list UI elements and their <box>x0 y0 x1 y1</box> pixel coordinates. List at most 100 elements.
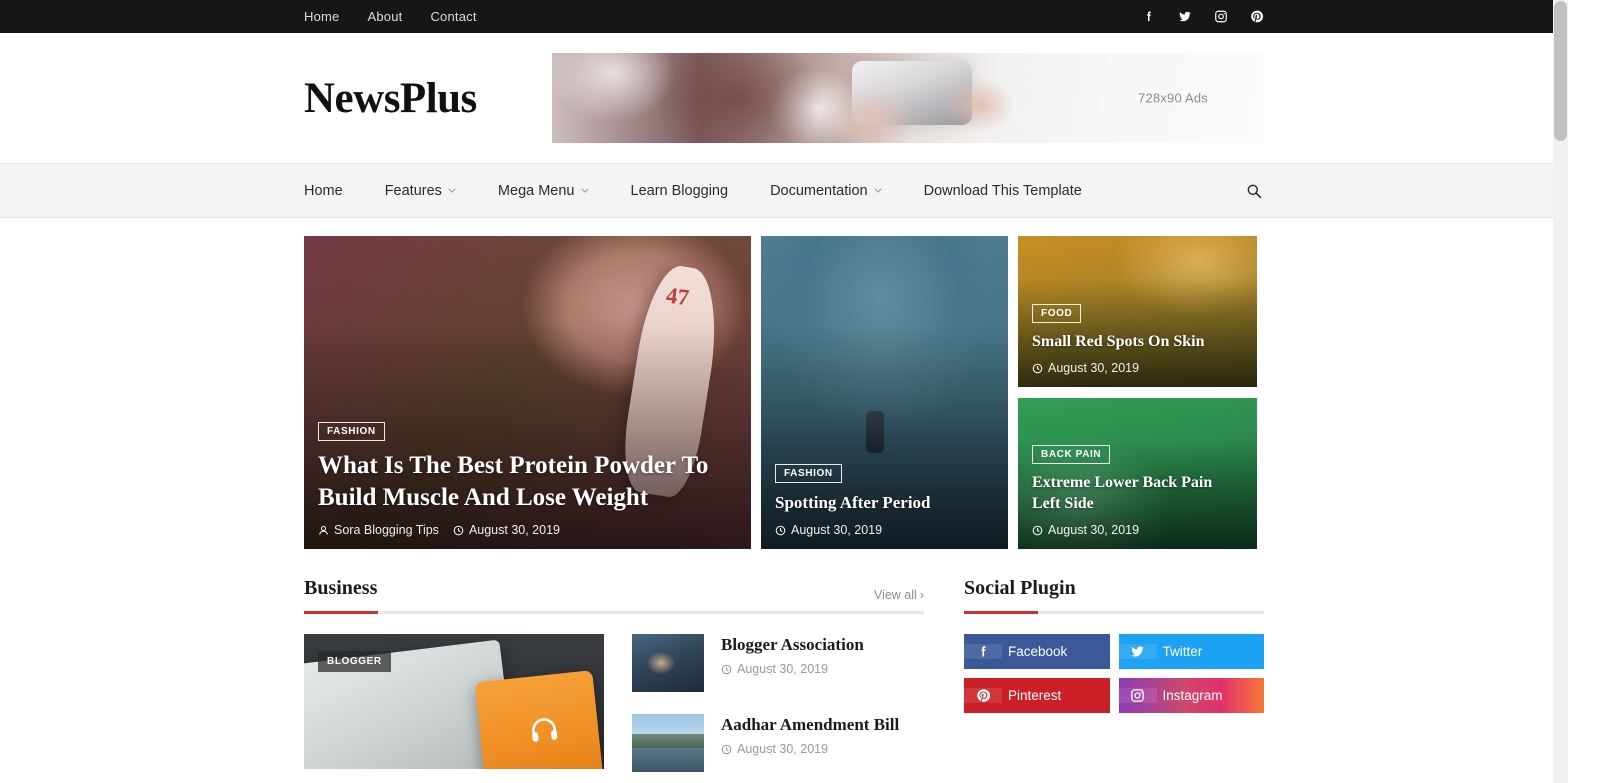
top-bar-inner: Home About Contact <box>304 9 1264 24</box>
featured-middle-card[interactable]: FASHION Spotting After Period August 30,… <box>761 236 1008 549</box>
featured-main-content: FASHION What Is The Best Protein Powder … <box>318 421 737 537</box>
list-item[interactable]: Blogger Association August 30, 2019 <box>632 634 924 692</box>
featured-main-title[interactable]: What Is The Best Protein Powder To Build… <box>318 450 737 514</box>
clock-icon <box>721 744 732 755</box>
date-meta: August 30, 2019 <box>1032 523 1139 537</box>
category-badge[interactable]: FASHION <box>775 464 842 484</box>
business-content: BLOGGER Blogger Association August 30, 2… <box>304 634 924 772</box>
social-plugin-header: Social Plugin <box>964 577 1264 614</box>
menu-item-download-this-template[interactable]: Download This Template <box>903 183 1103 199</box>
featured-top-right-meta: August 30, 2019 <box>1032 361 1243 375</box>
menu-item-label: Features <box>384 182 442 199</box>
post-text: Blogger Association August 30, 2019 <box>721 634 864 692</box>
top-navigation: Home About Contact <box>304 9 477 24</box>
scrollbar-thumb[interactable] <box>1554 1 1567 141</box>
social-button-label: Twitter <box>1162 644 1203 659</box>
social-button-label: Instagram <box>1162 688 1223 703</box>
section-rule <box>964 611 1264 614</box>
category-badge[interactable]: FOOD <box>1032 303 1082 323</box>
business-section: Business View all › BLOGGER Blogger Asso… <box>304 577 924 772</box>
publish-date: August 30, 2019 <box>737 662 829 677</box>
facebook-icon[interactable] <box>1142 9 1156 24</box>
featured-main-card[interactable]: 47 FASHION What Is The Best Protein Powd… <box>304 236 751 549</box>
featured-bottom-right-content: BACK PAIN Extreme Lower Back Pain Left S… <box>1032 444 1243 537</box>
search-button[interactable] <box>1246 183 1264 199</box>
social-button-pinterest[interactable]: Pinterest <box>964 678 1110 713</box>
social-button-label: Pinterest <box>1008 688 1062 703</box>
post-thumbnail <box>632 634 704 692</box>
instagram-icon[interactable] <box>1214 9 1228 24</box>
business-featured-post[interactable]: BLOGGER <box>304 634 604 769</box>
site-logo[interactable]: NewsPlus <box>304 74 477 123</box>
list-item[interactable]: Aadhar Amendment Bill August 30, 2019 <box>632 714 924 772</box>
clock-icon <box>453 525 464 535</box>
page-scrollbar[interactable] <box>1553 0 1568 783</box>
content-wrap: 47 FASHION What Is The Best Protein Powd… <box>304 236 1264 772</box>
instagram-icon <box>1118 688 1157 703</box>
site-header: NewsPlus 728x90 Ads <box>0 33 1568 163</box>
featured-grid: 47 FASHION What Is The Best Protein Powd… <box>304 236 1264 549</box>
post-title[interactable]: Blogger Association <box>721 634 864 655</box>
featured-middle-meta: August 30, 2019 <box>775 523 994 537</box>
thumbnail-image <box>632 714 704 772</box>
category-badge[interactable]: BACK PAIN <box>1032 445 1111 465</box>
ad-image <box>802 53 1032 143</box>
menu-item-label: Home <box>304 182 343 199</box>
social-button-twitter[interactable]: Twitter <box>1118 634 1264 669</box>
publish-date: August 30, 2019 <box>1048 361 1140 375</box>
twitter-icon[interactable] <box>1178 9 1192 24</box>
business-heading: Business <box>304 577 378 599</box>
chevron-right-icon: › <box>919 588 924 602</box>
publish-date: August 30, 2019 <box>791 523 883 537</box>
author-name: Sora Blogging Tips <box>334 523 439 537</box>
menu-item-mega-menu[interactable]: Mega Menu <box>477 183 610 199</box>
view-all-label: View all <box>873 588 917 602</box>
section-rule-accent <box>304 611 378 614</box>
menu-item-learn-blogging[interactable]: Learn Blogging <box>610 183 750 199</box>
featured-middle-title[interactable]: Spotting After Period <box>775 492 994 514</box>
topnav-item-home[interactable]: Home <box>304 9 339 24</box>
date-meta: August 30, 2019 <box>775 523 882 537</box>
featured-right-column: FOOD Small Red Spots On Skin August 30, … <box>1018 236 1257 549</box>
post-text: Aadhar Amendment Bill August 30, 2019 <box>721 714 899 772</box>
menu-item-features[interactable]: Features <box>364 183 477 199</box>
header-inner: NewsPlus 728x90 Ads <box>304 53 1264 143</box>
topnav-item-contact[interactable]: Contact <box>430 9 476 24</box>
chevron-down-icon <box>874 188 882 193</box>
featured-bottom-right-title[interactable]: Extreme Lower Back Pain Left Side <box>1032 473 1243 514</box>
pinterest-icon[interactable] <box>1250 9 1264 24</box>
social-plugin-section: Social Plugin Facebook Twitter Pinterest… <box>964 577 1264 772</box>
top-bar: Home About Contact <box>0 0 1568 33</box>
author-meta: Sora Blogging Tips <box>318 523 439 537</box>
date-meta: August 30, 2019 <box>1032 361 1139 375</box>
business-featured-badge[interactable]: BLOGGER <box>318 651 391 672</box>
main-menu: Home Features Mega Menu Learn Blogging D… <box>304 183 1103 199</box>
featured-bottom-right-card[interactable]: BACK PAIN Extreme Lower Back Pain Left S… <box>1018 398 1257 549</box>
ad-banner[interactable]: 728x90 Ads <box>552 53 1264 143</box>
featured-middle-content: FASHION Spotting After Period August 30,… <box>775 463 994 537</box>
clock-icon <box>1032 525 1043 535</box>
topnav-item-about[interactable]: About <box>367 9 402 24</box>
clock-icon <box>721 664 732 675</box>
chevron-down-icon <box>448 188 456 193</box>
lower-sections: Business View all › BLOGGER Blogger Asso… <box>304 577 1264 772</box>
main-navigation-inner: Home Features Mega Menu Learn Blogging D… <box>304 183 1264 199</box>
post-title[interactable]: Aadhar Amendment Bill <box>721 714 899 735</box>
thumbnail-image <box>632 634 704 692</box>
top-social-icons <box>1142 9 1264 24</box>
business-view-all-link[interactable]: View all › <box>874 588 924 602</box>
menu-item-documentation[interactable]: Documentation <box>749 183 903 199</box>
facebook-icon <box>964 644 1002 659</box>
page-root: Home About Contact NewsPlus 728x90 Ads H… <box>0 0 1568 783</box>
user-icon <box>319 525 328 535</box>
featured-top-right-title[interactable]: Small Red Spots On Skin <box>1032 332 1243 352</box>
business-post-list: Blogger Association August 30, 2019 Aadh… <box>632 634 924 772</box>
post-thumbnail <box>632 714 704 772</box>
social-button-facebook[interactable]: Facebook <box>964 634 1110 669</box>
social-button-instagram[interactable]: Instagram <box>1118 678 1264 713</box>
search-icon <box>1247 184 1262 198</box>
category-badge[interactable]: FASHION <box>318 422 385 441</box>
menu-item-home[interactable]: Home <box>304 183 364 199</box>
ad-label: 728x90 Ads <box>1138 90 1208 106</box>
featured-top-right-card[interactable]: FOOD Small Red Spots On Skin August 30, … <box>1018 236 1257 387</box>
